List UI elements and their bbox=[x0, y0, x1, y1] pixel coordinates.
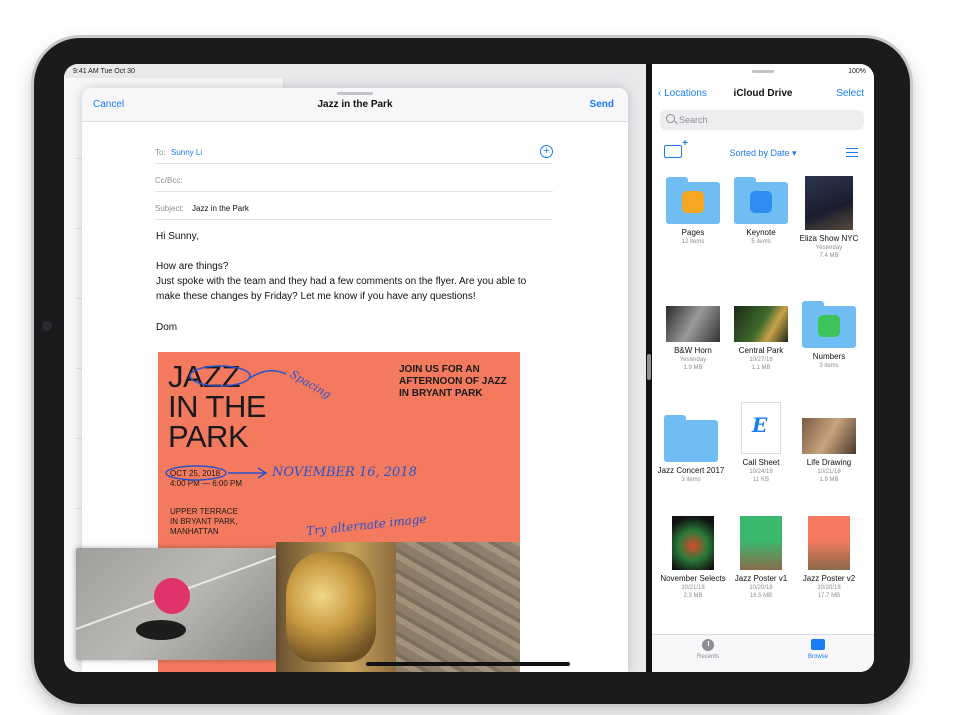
file-item-november-selects[interactable]: November Selects 10/21/18 2.3 MB bbox=[658, 514, 728, 600]
divider-handle[interactable] bbox=[647, 354, 651, 380]
video-skater bbox=[154, 578, 190, 614]
file-item-central-park[interactable]: Central Park 10/27/18 1.1 MB bbox=[726, 304, 796, 372]
folder-icon bbox=[734, 177, 788, 224]
poster-thumbnail bbox=[808, 516, 850, 570]
status-time: 9:41 AM Tue Oct 30 bbox=[73, 68, 135, 75]
files-tab-bar: Recents Browse bbox=[652, 634, 874, 672]
file-item-bw-horn[interactable]: B&W Horn Yesterday 1.9 MB bbox=[658, 304, 728, 372]
folder-icon bbox=[664, 415, 718, 462]
add-contact-icon[interactable]: + bbox=[540, 145, 553, 158]
mail-app: 9:41 AM Tue Oct 30 Cancel Jazz in the Pa… bbox=[64, 64, 648, 672]
files-grabber[interactable] bbox=[752, 70, 774, 73]
photo-thumbnail bbox=[805, 176, 853, 230]
tuba-image bbox=[286, 552, 376, 662]
pages-app-icon bbox=[682, 191, 704, 213]
camera-dot bbox=[42, 321, 52, 331]
compose-nav-bar: Cancel Jazz in the Park Send bbox=[82, 88, 628, 122]
subject-label: Subject: bbox=[155, 204, 184, 213]
ccbcc-label: Cc/Bcc: bbox=[155, 176, 183, 185]
flyer-photo bbox=[276, 542, 520, 672]
tab-browse[interactable]: Browse bbox=[788, 639, 848, 660]
body-line[interactable]: make these changes by Friday? Let me kno… bbox=[156, 289, 476, 304]
select-button[interactable]: Select bbox=[836, 88, 864, 99]
battery-status: 100% bbox=[848, 68, 866, 75]
sheet-grabber[interactable] bbox=[337, 92, 373, 95]
folder-icon bbox=[802, 301, 856, 348]
file-item-jazz-poster-v1[interactable]: Jazz Poster v1 10/20/18 18.5 MB bbox=[726, 514, 796, 600]
body-line[interactable]: Just spoke with the team and they had a … bbox=[156, 274, 526, 289]
ipad-screen: 9:41 AM Tue Oct 30 Cancel Jazz in the Pa… bbox=[64, 64, 874, 672]
photo-thumbnail bbox=[666, 306, 720, 342]
body-line[interactable]: How are things? bbox=[156, 259, 228, 274]
search-icon bbox=[666, 114, 675, 123]
list-view-icon[interactable] bbox=[846, 148, 858, 157]
keynote-app-icon bbox=[750, 191, 772, 213]
poster-thumbnail bbox=[740, 516, 782, 570]
markup-new-date: NOVEMBER 16, 2018 bbox=[272, 465, 417, 480]
to-recipient[interactable]: Sunny Li bbox=[171, 148, 202, 157]
file-item-life-drawing[interactable]: Life Drawing 10/21/18 1.9 MB bbox=[794, 416, 864, 484]
body-greeting[interactable]: Hi Sunny, bbox=[156, 229, 199, 244]
spreadsheet-letter-icon: E bbox=[752, 413, 768, 437]
files-toolbar: Sorted by Date ▾ bbox=[652, 138, 874, 162]
file-item-eliza-show[interactable]: Eliza Show NYC Yesterday 7.4 MB bbox=[794, 174, 864, 260]
files-nav-bar: ‹ Locations iCloud Drive Select bbox=[652, 82, 874, 106]
file-item-pages[interactable]: Pages 12 items bbox=[658, 174, 728, 246]
body-signoff[interactable]: Dom bbox=[156, 320, 177, 335]
file-item-keynote[interactable]: Keynote 5 items bbox=[726, 174, 796, 246]
subject-value[interactable]: Jazz in the Park bbox=[192, 204, 249, 213]
ccbcc-field[interactable]: Cc/Bcc: bbox=[155, 166, 553, 192]
search-input[interactable]: Search bbox=[660, 110, 864, 130]
subject-field[interactable]: Subject: Jazz in the Park bbox=[155, 194, 553, 220]
document-icon: E bbox=[741, 402, 781, 454]
numbers-app-icon bbox=[818, 315, 840, 337]
clock-icon bbox=[702, 639, 714, 651]
file-item-jazz-concert[interactable]: Jazz Concert 2017 3 items bbox=[656, 412, 726, 484]
file-item-numbers[interactable]: Numbers 3 items bbox=[794, 298, 864, 370]
folder-browse-icon bbox=[811, 639, 825, 650]
to-field[interactable]: To: Sunny Li + bbox=[155, 138, 553, 164]
photo-thumbnail bbox=[802, 418, 856, 454]
folder-icon bbox=[666, 177, 720, 224]
picture-in-picture-video[interactable] bbox=[76, 548, 276, 660]
file-item-jazz-poster-v2[interactable]: Jazz Poster v2 10/20/18 17.7 MB bbox=[794, 514, 864, 600]
to-label: To: bbox=[155, 148, 166, 157]
tab-recents[interactable]: Recents bbox=[678, 639, 738, 660]
search-placeholder: Search bbox=[679, 115, 708, 125]
photo-thumbnail bbox=[734, 306, 788, 342]
send-button[interactable]: Send bbox=[590, 99, 614, 110]
photo-thumbnail bbox=[672, 516, 714, 570]
compose-title: Jazz in the Park bbox=[317, 99, 393, 110]
file-item-call-sheet[interactable]: E Call Sheet 10/24/18 11 KB bbox=[726, 402, 796, 484]
video-shadow bbox=[136, 620, 186, 640]
sort-button[interactable]: Sorted by Date ▾ bbox=[652, 148, 874, 159]
home-indicator[interactable] bbox=[366, 662, 570, 666]
cobblestone-image bbox=[396, 542, 520, 672]
files-app: 100% ‹ Locations iCloud Drive Select Sea… bbox=[652, 64, 874, 672]
